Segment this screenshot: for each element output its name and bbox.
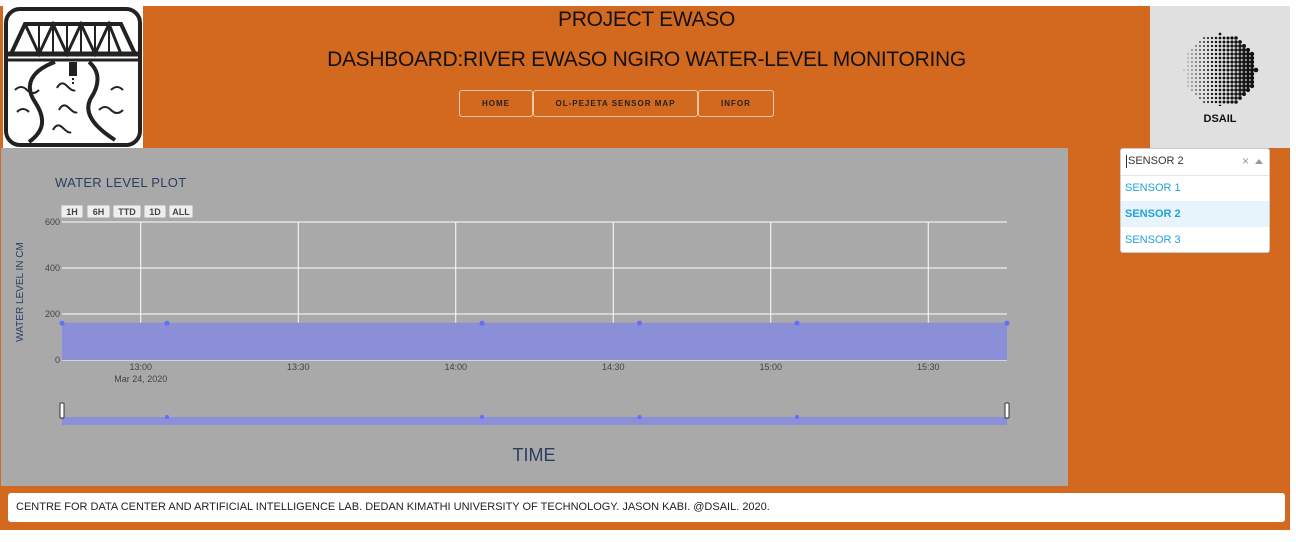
range-slider-track[interactable] — [62, 417, 1007, 425]
x-tick-label: 15:30 — [917, 362, 940, 372]
data-point[interactable] — [59, 320, 65, 326]
chevron-up-icon[interactable] — [1255, 159, 1263, 164]
range-slider-handle-right[interactable] — [1004, 402, 1010, 419]
data-point[interactable] — [1004, 320, 1010, 326]
x-tick-label: 13:30 — [287, 362, 310, 372]
water-level-chart[interactable]: 0 200 400 600 13:00 Mar 24, 2020 13:30 14:00 14:… — [0, 0, 1296, 542]
x-tick-label: 15:00 — [759, 362, 782, 372]
y-axis-label: WATER LEVEL IN CM — [15, 242, 26, 342]
y-tick-label: 600 — [45, 217, 60, 227]
range-slider-handle-left[interactable] — [59, 402, 65, 419]
data-point[interactable] — [164, 320, 170, 326]
footer-credits: CENTRE FOR DATA CENTER AND ARTIFICIAL IN… — [8, 493, 1285, 522]
sensor-option-3[interactable]: SENSOR 3 — [1121, 227, 1269, 253]
x-tick-label: 14:30 — [602, 362, 625, 372]
y-tick-label: 200 — [45, 309, 60, 319]
x-axis-label: TIME — [513, 445, 556, 465]
y-tick-label: 0 — [55, 355, 60, 365]
y-tick-label: 400 — [45, 263, 60, 273]
range-slider-point — [637, 415, 642, 419]
data-point[interactable] — [794, 320, 800, 326]
clear-icon[interactable]: × — [1242, 154, 1249, 168]
x-tick-date-label: Mar 24, 2020 — [114, 374, 167, 384]
series-area — [62, 323, 1007, 360]
range-slider-point — [795, 415, 799, 419]
sensor-select-value: SENSOR 2 — [1126, 155, 1184, 168]
sensor-option-2[interactable]: SENSOR 2 — [1121, 201, 1269, 227]
data-point[interactable] — [479, 320, 485, 326]
x-tick-label: 13:00 — [129, 362, 152, 372]
range-slider-point — [480, 415, 484, 419]
data-point[interactable] — [637, 320, 642, 326]
sensor-select[interactable]: SENSOR 2 × SENSOR 1 SENSOR 2 SENSOR 3 — [1120, 148, 1270, 253]
sensor-select-control[interactable]: SENSOR 2 × — [1121, 149, 1269, 176]
sensor-option-1[interactable]: SENSOR 1 — [1121, 175, 1269, 201]
x-tick-label: 14:00 — [444, 362, 467, 372]
range-slider-point — [165, 415, 169, 419]
